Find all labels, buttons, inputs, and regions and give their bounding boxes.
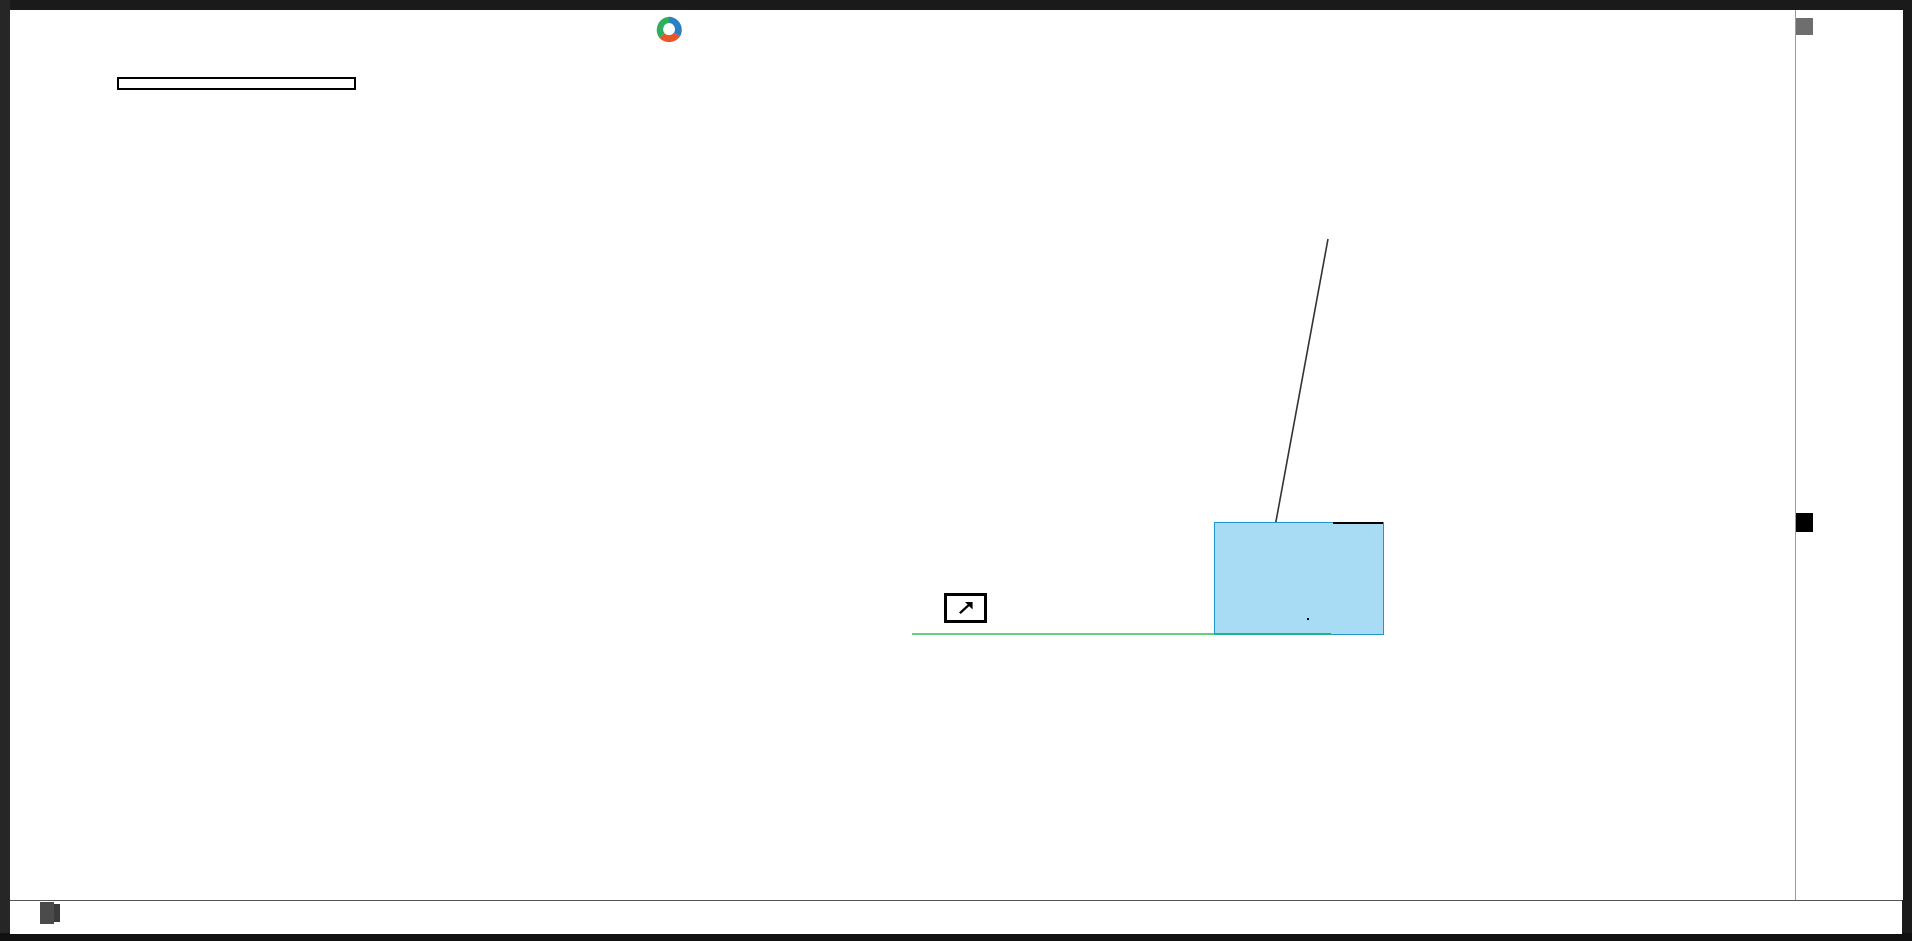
- chart-plot-area[interactable]: [10, 10, 1795, 900]
- window-frame-top: [0, 0, 1912, 10]
- chart-window: fc: [0, 0, 1912, 941]
- invalidation-line-segment-2: [1214, 633, 1331, 635]
- current-price-tag: [1796, 513, 1813, 532]
- fib-line-1: [1333, 522, 1383, 524]
- time-axis[interactable]: fc: [10, 900, 1902, 934]
- window-frame-right: [1902, 0, 1912, 941]
- price-bars-canvas: [10, 10, 1795, 900]
- session-high-tag: [1796, 18, 1813, 35]
- turning-up-tag[interactable]: [944, 593, 987, 623]
- arrow-up-right-icon: [959, 601, 973, 615]
- window-frame-bottom: [0, 933, 1912, 941]
- blue-box-low-value: [1307, 618, 1309, 620]
- cursor-time-tag: [40, 902, 54, 924]
- trading-disclaimer-note: [117, 77, 356, 90]
- elliott-wave-swirl-logo-icon: [655, 16, 683, 44]
- price-axis[interactable]: [1795, 10, 1903, 900]
- brand-logo: [655, 16, 692, 44]
- invalidation-line: [912, 633, 1214, 635]
- window-frame-left: [0, 0, 10, 941]
- blue-forecast-box[interactable]: [1214, 522, 1384, 635]
